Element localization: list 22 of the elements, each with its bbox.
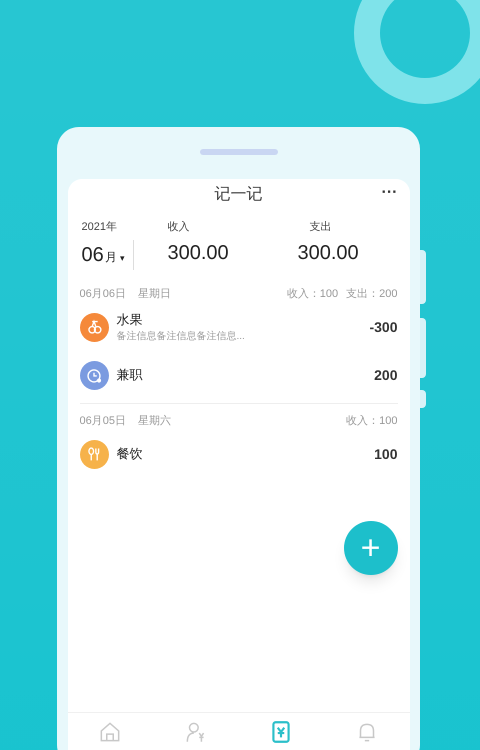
entry-name: 兼职 bbox=[116, 366, 144, 384]
day-weekday: 星期日 bbox=[138, 286, 171, 302]
expense-label: 支出 bbox=[308, 220, 332, 235]
screen-title: 记一记 bbox=[214, 185, 262, 205]
entry-amount: 200 bbox=[374, 366, 398, 384]
income-label: 收入 bbox=[168, 220, 190, 235]
expense-amount: 300.00 bbox=[298, 240, 359, 266]
entry-amount: -300 bbox=[369, 318, 398, 336]
entry-note: 备注信息备注信息备注信息... bbox=[116, 330, 246, 344]
day-total: 收入：100 bbox=[286, 286, 338, 302]
more-button[interactable]: ··· bbox=[382, 181, 398, 205]
day-total: 收入：100 bbox=[346, 414, 398, 429]
entry-name: 水果 bbox=[116, 310, 144, 329]
day-total: 支出：200 bbox=[346, 286, 398, 302]
day-weekday: 星期六 bbox=[138, 414, 171, 429]
day-date: 06月06日 bbox=[80, 286, 126, 302]
day-date: 06月05日 bbox=[80, 414, 126, 429]
income-amount: 300.00 bbox=[168, 240, 230, 266]
entry-amount: 100 bbox=[374, 444, 398, 464]
entry-name: 餐饮 bbox=[116, 445, 144, 464]
year-label: 2021年 bbox=[82, 220, 118, 235]
month-picker[interactable]: 06 月 ▾ bbox=[82, 240, 134, 270]
